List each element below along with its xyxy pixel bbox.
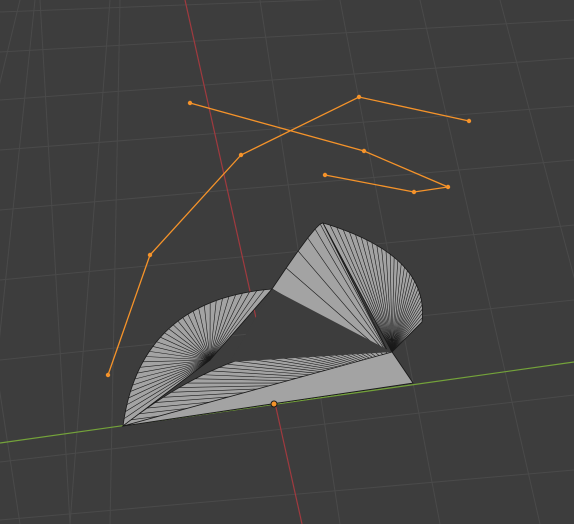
grid-line	[0, 105, 574, 151]
grid-line	[419, 0, 541, 524]
curve-control-point[interactable]	[466, 118, 472, 124]
grid-line	[0, 57, 574, 101]
grid-line	[0, 394, 574, 463]
curve-control-point[interactable]	[105, 372, 111, 378]
curve-control-point[interactable]	[356, 94, 362, 100]
grid-line	[0, 0, 21, 85]
origin-dot	[270, 400, 278, 408]
curve-control-point[interactable]	[147, 252, 153, 258]
object-origin-marker	[270, 400, 278, 408]
3d-viewport[interactable]	[0, 0, 574, 524]
grid-line	[69, 0, 111, 524]
grid-line	[0, 159, 574, 211]
curve-control-point[interactable]	[187, 100, 193, 106]
curve-control-point[interactable]	[322, 172, 328, 178]
curve-control-point[interactable]	[411, 189, 417, 195]
grid-line	[0, 0, 36, 339]
curve-control-point[interactable]	[445, 184, 451, 190]
grid-line	[0, 469, 574, 521]
viewport-canvas[interactable]	[0, 0, 574, 524]
grid-line	[0, 19, 574, 53]
grid-line	[109, 0, 121, 524]
curve-control-point[interactable]	[238, 152, 244, 158]
grid-line	[0, 389, 21, 524]
grid-line	[39, 0, 71, 524]
grid-line	[499, 0, 574, 279]
y-axis-line	[184, 0, 303, 524]
floor-grid	[0, 0, 574, 524]
grid-line	[0, 0, 327, 13]
curve-control-point[interactable]	[361, 148, 367, 154]
